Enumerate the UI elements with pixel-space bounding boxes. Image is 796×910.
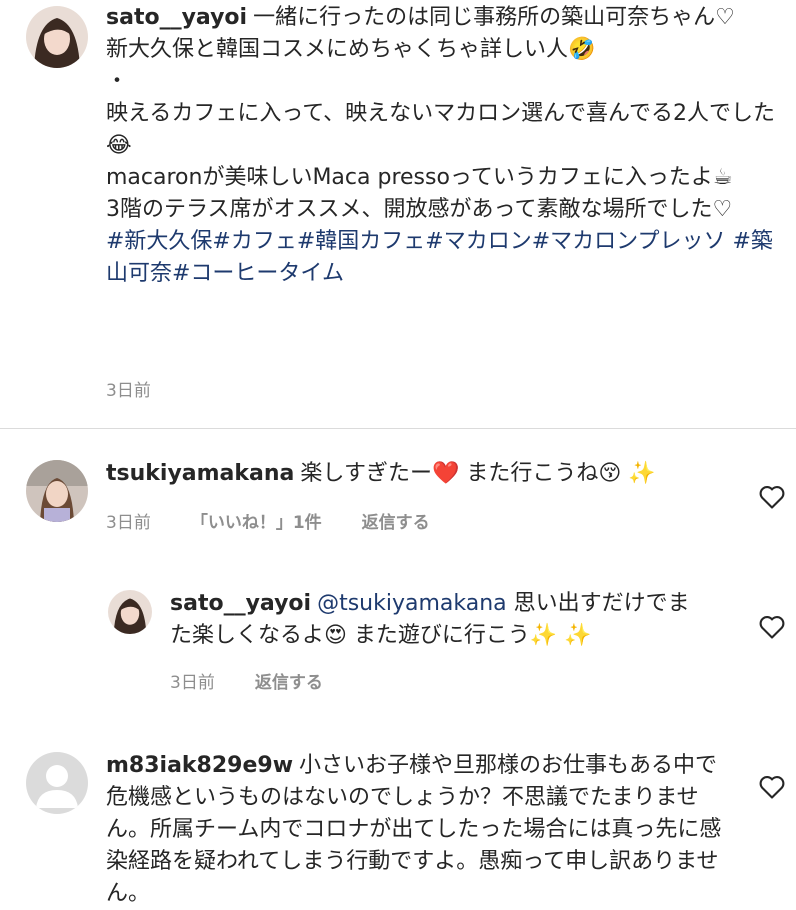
caption-line-3: ・ xyxy=(106,69,129,94)
comment-2-time: 3日前 xyxy=(170,673,215,693)
heart-outline-icon[interactable] xyxy=(758,484,786,510)
comment-2-meta: 3日前 返信する xyxy=(170,668,323,693)
caption-line-4: 映えるカフェに入って、映えないマカロン選んで喜んでる2人でした😂 xyxy=(106,101,775,158)
comment-2-reply-button[interactable]: 返信する xyxy=(255,668,323,693)
comment-1-meta: 3日前 「いいね！」1件 返信する xyxy=(106,508,430,533)
caption-hashtags[interactable]: #新大久保#カフェ#韓国カフェ#マカロン#マカロンプレッソ #築山可奈#コーヒー… xyxy=(106,226,790,290)
comment-1-username[interactable]: tsukiyamakana xyxy=(106,461,294,486)
comment-3: m83iak829e9w 小さいお子様や旦那様のお仕事もある中で危機感というものは… xyxy=(106,750,722,910)
post-time: 3日前 xyxy=(106,381,151,401)
comment-2: sato__yayoi @tsukiyamakana 思い出すだけでまた楽しくなる… xyxy=(170,588,710,652)
comment-3-text: m83iak829e9w 小さいお子様や旦那様のお仕事もある中で危機感というものは… xyxy=(106,753,722,906)
default-avatar-icon[interactable] xyxy=(26,752,88,814)
comment-1-text: tsukiyamakana 楽しすぎたー❤️ また行こうね😚 ✨ xyxy=(106,461,656,486)
comment-1-time: 3日前 xyxy=(106,513,151,533)
comment-2-mention[interactable]: @tsukiyamakana xyxy=(317,591,507,616)
comment-2-username[interactable]: sato__yayoi xyxy=(170,591,311,616)
post-caption: sato__yayoi 一緒に行ったのは同じ事務所の築山可奈ちゃん♡ 新大久保と韓… xyxy=(106,2,790,290)
caption-line-6: 3階のテラス席がオススメ、開放感があって素敵な場所でした♡ xyxy=(106,197,733,222)
comment-1-reply-button[interactable]: 返信する xyxy=(362,508,430,533)
caption-line-5: macaronが美味しいMaca pressoっていうカフェに入ったよ☕ xyxy=(106,165,733,190)
reply-avatar-sato-yayoi[interactable] xyxy=(108,590,152,634)
post-author-avatar[interactable] xyxy=(26,6,88,68)
caption-line-1: sato__yayoi 一緒に行ったのは同じ事務所の築山可奈ちゃん♡ xyxy=(106,5,735,30)
post-username[interactable]: sato__yayoi xyxy=(106,5,247,30)
comment-3-username[interactable]: m83iak829e9w xyxy=(106,753,293,778)
heart-outline-icon[interactable] xyxy=(758,774,786,800)
divider xyxy=(0,428,796,429)
comment-1-likes[interactable]: 「いいね！」1件 xyxy=(191,508,322,533)
post-meta: 3日前 xyxy=(106,376,151,401)
comment-2-text: sato__yayoi @tsukiyamakana 思い出すだけでまた楽しくなる… xyxy=(170,591,690,648)
comment-1: tsukiyamakana 楽しすぎたー❤️ また行こうね😚 ✨ xyxy=(106,458,726,490)
heart-outline-icon[interactable] xyxy=(758,614,786,640)
comment-avatar-tsukiyamakana[interactable] xyxy=(26,460,88,522)
caption-line-2: 新大久保と韓国コスメにめちゃくちゃ詳しい人🤣 xyxy=(106,37,596,62)
